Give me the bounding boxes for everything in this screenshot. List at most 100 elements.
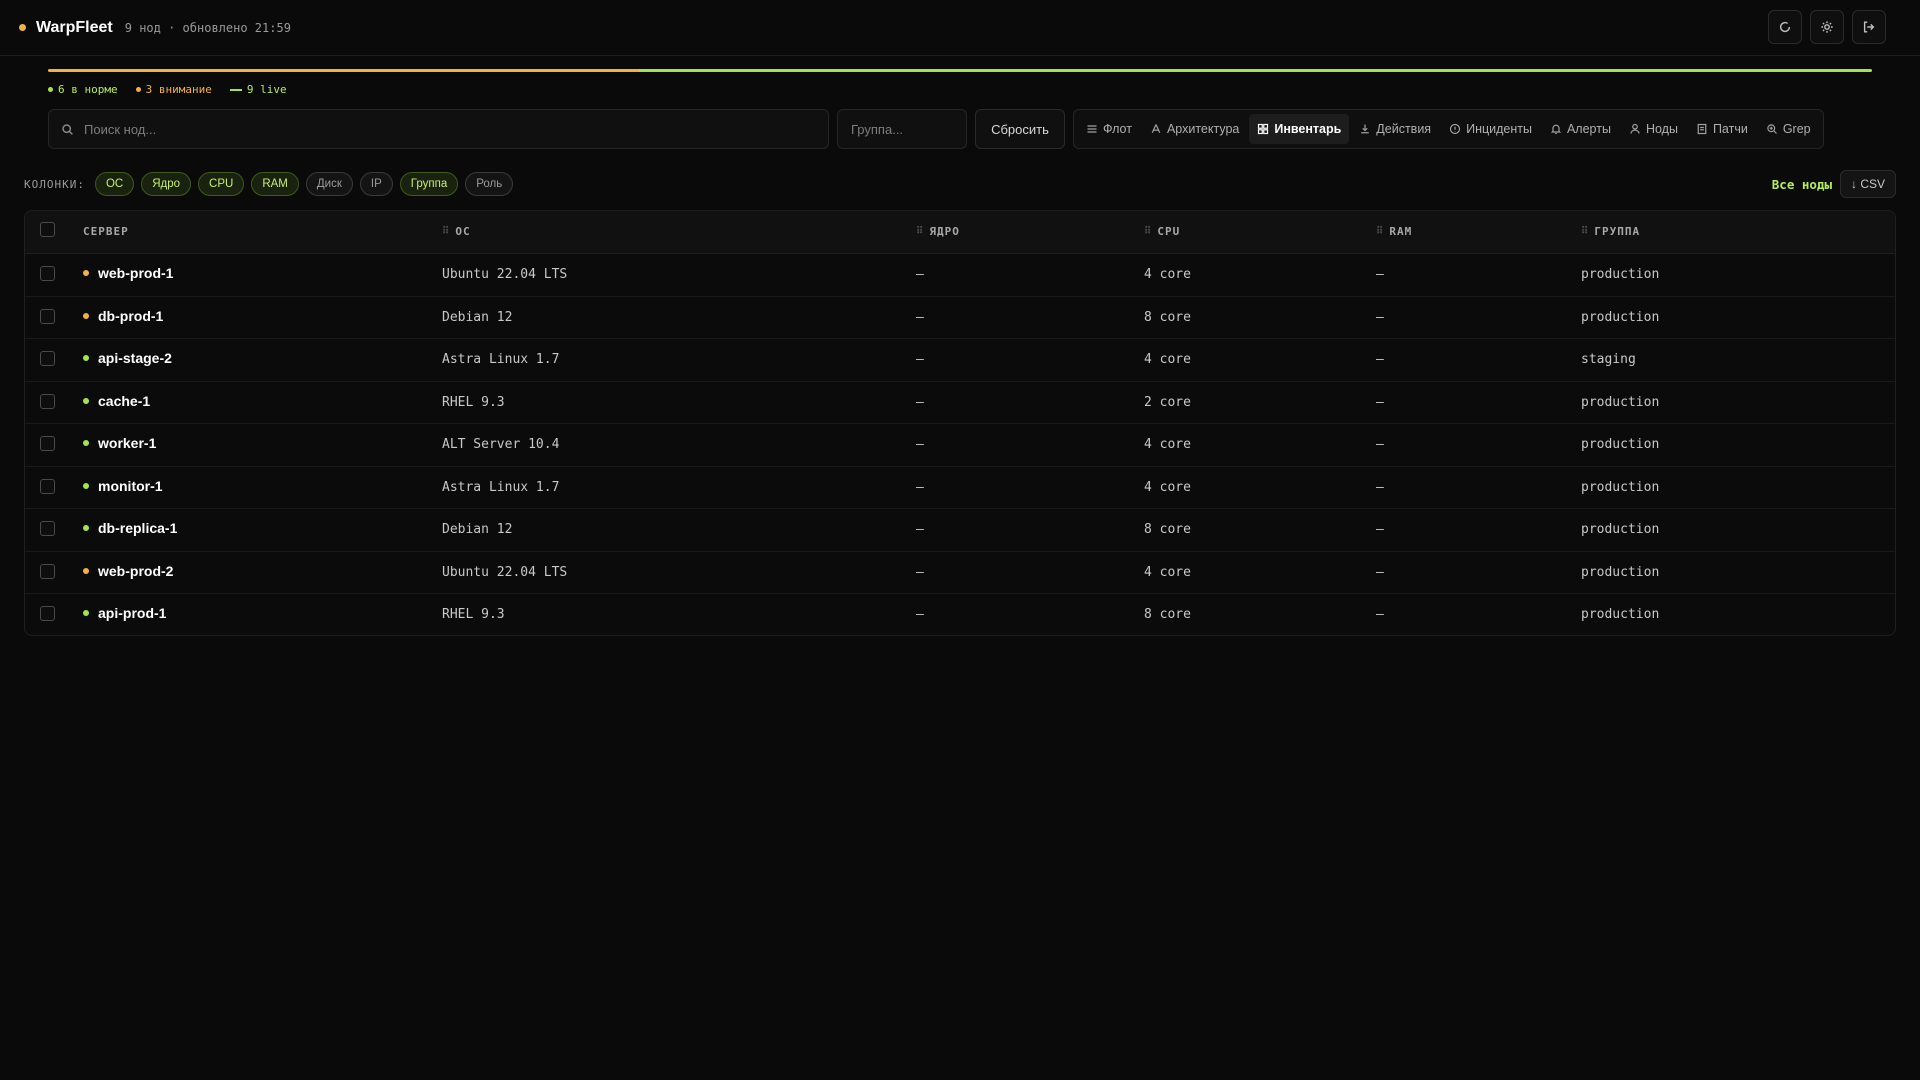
kernel-cell: — <box>916 352 924 367</box>
nav-item-label: Действия <box>1376 122 1432 136</box>
row-checkbox[interactable] <box>40 266 55 281</box>
server-cell[interactable]: db-prod-1 <box>83 308 163 324</box>
table-row[interactable]: monitor-1 Astra Linux 1.7 — 4 core — producti… <box>25 467 1895 509</box>
csv-export-button[interactable]: ↓ CSV <box>1839 170 1896 198</box>
logout-button[interactable] <box>1852 10 1886 44</box>
nav-item-label: Алерты <box>1566 122 1611 136</box>
os-cell: RHEL 9.3 <box>442 607 505 622</box>
header-cpu[interactable]: ⠿ CPU <box>1144 225 1180 238</box>
header-kernel[interactable]: ⠿ ЯДРО <box>916 225 960 238</box>
group-box <box>837 109 967 149</box>
row-checkbox[interactable] <box>40 436 55 451</box>
reset-button[interactable]: Сбросить <box>975 109 1065 149</box>
bell-icon <box>1550 124 1562 135</box>
nav-item-1[interactable]: Архитектура <box>1142 114 1247 144</box>
refresh-button[interactable] <box>1768 10 1802 44</box>
server-cell[interactable]: worker-1 <box>83 435 156 451</box>
column-chip-5[interactable]: IP <box>359 172 393 196</box>
table-row[interactable]: api-prod-1 RHEL 9.3 — 8 core — production <box>25 594 1895 635</box>
logout-icon <box>1863 21 1875 33</box>
nav-item-7[interactable]: Патчи <box>1688 114 1756 144</box>
os-cell: Astra Linux 1.7 <box>442 479 560 495</box>
server-cell[interactable]: api-stage-2 <box>83 350 172 366</box>
server-name[interactable]: worker-1 <box>98 435 156 451</box>
row-checkbox[interactable] <box>40 563 55 579</box>
ram-cell: — <box>1376 352 1384 367</box>
nav-item-0[interactable]: Флот <box>1078 114 1140 144</box>
row-checkbox[interactable] <box>40 478 55 494</box>
drag-handle-icon[interactable]: ⠿ <box>1581 226 1589 237</box>
drag-handle-icon[interactable]: ⠿ <box>1376 226 1384 237</box>
search-input[interactable] <box>82 120 773 138</box>
table-row[interactable]: db-replica-1 Debian 12 — 8 core — production <box>25 509 1895 552</box>
cpu-cell: 4 core <box>1144 267 1191 282</box>
ram-cell: — <box>1376 437 1384 452</box>
server-name[interactable]: cache-1 <box>98 393 150 409</box>
column-chip-1[interactable]: Ядро <box>141 172 192 196</box>
server-name[interactable]: db-prod-1 <box>98 308 163 324</box>
os-cell: RHEL 9.3 <box>442 394 505 410</box>
header-ram[interactable]: ⠿ RAM <box>1376 225 1412 238</box>
server-name[interactable]: api-stage-2 <box>98 350 172 366</box>
table-row[interactable]: web-prod-1 Ubuntu 22.04 LTS — 4 core — produc… <box>25 254 1895 297</box>
header-group-label: ГРУППА <box>1594 225 1641 238</box>
nav-item-6[interactable]: Ноды <box>1621 114 1686 144</box>
header-group[interactable]: ⠿ ГРУППА <box>1581 225 1640 238</box>
server-cell[interactable]: api-prod-1 <box>83 605 166 621</box>
server-cell[interactable]: db-replica-1 <box>83 520 177 536</box>
app-title: WarpFleet <box>36 18 113 36</box>
column-chip-4[interactable]: Диск <box>305 172 353 196</box>
server-name[interactable]: web-prod-1 <box>98 265 173 281</box>
drag-handle-icon[interactable]: ⠿ <box>1144 226 1152 237</box>
nav-item-4[interactable]: Инциденты <box>1441 114 1540 144</box>
group-filter-input[interactable] <box>849 120 962 138</box>
nav-item-label: Grep <box>1782 122 1811 136</box>
server-name[interactable]: monitor-1 <box>98 478 163 494</box>
row-checkbox[interactable] <box>40 308 55 324</box>
header-server[interactable]: СЕРВЕР <box>83 225 129 238</box>
column-chip-2[interactable]: CPU <box>198 172 245 196</box>
server-name[interactable]: web-prod-2 <box>98 563 173 579</box>
server-cell[interactable]: monitor-1 <box>83 478 163 494</box>
column-chip-6[interactable]: Группа <box>399 172 459 196</box>
group-cell: staging <box>1581 352 1636 367</box>
table-row[interactable]: cache-1 RHEL 9.3 — 2 core — production <box>25 382 1895 424</box>
health-segment-ok <box>638 69 1872 72</box>
server-cell[interactable]: web-prod-1 <box>83 265 173 281</box>
row-checkbox[interactable] <box>40 393 55 409</box>
server-cell[interactable]: cache-1 <box>83 393 150 409</box>
server-cell[interactable]: web-prod-2 <box>83 563 173 579</box>
status-dot-icon <box>83 482 89 489</box>
row-checkbox[interactable] <box>40 521 55 536</box>
table-row[interactable]: web-prod-2 Ubuntu 22.04 LTS — 4 core — produc… <box>25 552 1895 594</box>
server-name[interactable]: db-replica-1 <box>98 520 177 536</box>
column-chip-0[interactable]: ОС <box>94 172 135 196</box>
nav-item-2[interactable]: Инвентарь <box>1249 114 1350 144</box>
all-nodes-filter[interactable]: Все ноды <box>1772 177 1832 192</box>
nav-item-3[interactable]: Действия <box>1351 114 1439 144</box>
drag-handle-icon[interactable]: ⠿ <box>442 226 450 237</box>
column-chip-3[interactable]: RAM <box>251 172 299 196</box>
nav-item-8[interactable]: Grep <box>1758 114 1819 144</box>
nav-item-5[interactable]: Алерты <box>1542 114 1619 144</box>
search-box <box>48 109 829 149</box>
ram-cell: — <box>1376 309 1384 325</box>
header-os[interactable]: ⠿ ОС <box>442 225 471 238</box>
nav-item-label: Инциденты <box>1466 122 1532 136</box>
status-dot-icon <box>83 312 89 319</box>
column-chip-7[interactable]: Роль <box>465 172 514 196</box>
drag-handle-icon[interactable]: ⠿ <box>916 226 924 237</box>
os-cell: ALT Server 10.4 <box>442 437 560 452</box>
sun-icon <box>1821 21 1833 33</box>
ram-cell: — <box>1376 479 1384 495</box>
table-row[interactable]: api-stage-2 Astra Linux 1.7 — 4 core — stagin… <box>25 339 1895 382</box>
ram-cell: — <box>1376 564 1384 580</box>
select-all-checkbox[interactable] <box>40 222 55 237</box>
row-checkbox[interactable] <box>40 606 55 621</box>
table-row[interactable]: worker-1 ALT Server 10.4 — 4 core — productio… <box>25 424 1895 467</box>
os-cell: Ubuntu 22.04 LTS <box>442 564 568 580</box>
table-row[interactable]: db-prod-1 Debian 12 — 8 core — production <box>25 297 1895 339</box>
theme-toggle-button[interactable] <box>1810 10 1844 44</box>
server-name[interactable]: api-prod-1 <box>98 605 166 621</box>
row-checkbox[interactable] <box>40 351 55 366</box>
